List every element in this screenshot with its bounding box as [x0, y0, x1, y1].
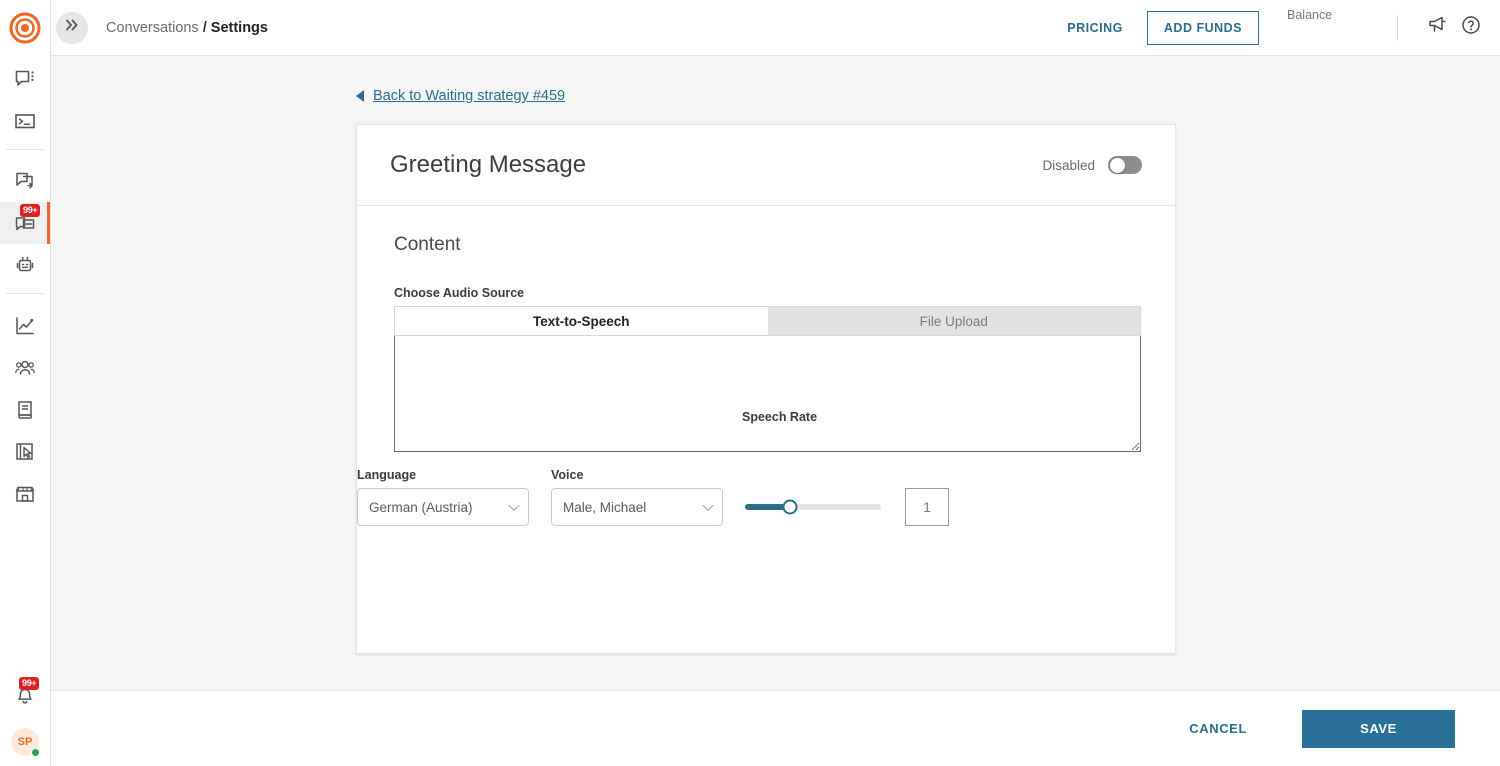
- line-chart-icon: [14, 315, 36, 337]
- inbox-badge: 99+: [20, 204, 40, 217]
- avatar-initials: SP: [18, 736, 33, 748]
- breadcrumb: Conversations / Settings: [106, 20, 268, 36]
- notifications-button[interactable]: 99+: [0, 676, 50, 718]
- speech-rate-slider[interactable]: [745, 488, 881, 526]
- speech-rate-input[interactable]: [905, 488, 949, 526]
- sidebar-item-conversations[interactable]: [0, 58, 50, 100]
- sidebar-item-widgets[interactable]: [0, 431, 50, 473]
- users-group-icon: [14, 357, 36, 379]
- greeting-message-card: Greeting Message Disabled Content Choose…: [356, 124, 1176, 654]
- header-actions: PRICING ADD FUNDS Balance: [1067, 0, 1500, 56]
- form-footer: CANCEL SAVE: [51, 690, 1500, 766]
- language-select[interactable]: German (Austria): [357, 488, 529, 526]
- sidebar-item-contacts[interactable]: [0, 347, 50, 389]
- sidebar-bottom: 99+ SP: [0, 676, 50, 756]
- audio-source-tabs: Text-to-Speech File Upload: [394, 306, 1141, 336]
- cancel-button[interactable]: CANCEL: [1175, 711, 1261, 746]
- sidebar-item-analytics[interactable]: [0, 305, 50, 347]
- sidebar-item-bots[interactable]: [0, 244, 50, 286]
- tab-file-upload[interactable]: File Upload: [768, 306, 1142, 336]
- double-chevron-right-icon: [63, 16, 81, 39]
- sidebar-item-inbox[interactable]: 99+: [0, 202, 50, 244]
- speech-rate-label: Speech Rate: [742, 410, 817, 424]
- voice-select-value: Male, Michael: [563, 500, 646, 515]
- sidebar-item-knowledge-base[interactable]: [0, 389, 50, 431]
- megaphone-icon: [1426, 14, 1448, 41]
- language-field: Language German (Austria): [357, 468, 529, 526]
- inbox-tray-icon: 99+: [14, 212, 36, 234]
- card-body: Content Choose Audio Source Text-to-Spee…: [357, 206, 1175, 452]
- sidebar-item-chat-transfer[interactable]: [0, 160, 50, 202]
- sidebar-group-3: [0, 305, 50, 515]
- robot-icon: [14, 254, 36, 276]
- toggle-state-label: Disabled: [1042, 158, 1095, 173]
- slider-thumb[interactable]: [782, 500, 797, 515]
- toggle-knob: [1110, 158, 1125, 173]
- card-header: Greeting Message Disabled: [357, 125, 1175, 206]
- enable-toggle[interactable]: [1108, 156, 1142, 174]
- sidebar-item-console[interactable]: [0, 100, 50, 142]
- sidebar-divider: [6, 149, 44, 150]
- pricing-link[interactable]: PRICING: [1067, 21, 1123, 35]
- left-caret-icon: [356, 90, 364, 102]
- speech-text-input[interactable]: [394, 335, 1141, 452]
- slider-track: [745, 504, 881, 510]
- storefront-icon: [14, 483, 36, 505]
- breadcrumb-parent[interactable]: Conversations: [106, 20, 199, 36]
- announcements-button[interactable]: [1420, 11, 1454, 45]
- breadcrumb-separator: /: [203, 20, 207, 36]
- voice-controls-row: Language German (Austria) Voice Male, Mi…: [357, 468, 1175, 526]
- page-content: Back to Waiting strategy #459 Greeting M…: [51, 56, 1500, 690]
- header-divider: [1397, 15, 1398, 41]
- content-heading: Content: [394, 234, 1142, 256]
- sidebar-group-1: [0, 58, 50, 157]
- left-sidebar: 99+: [0, 0, 51, 766]
- sidebar-item-marketplace[interactable]: [0, 473, 50, 515]
- notifications-badge: 99+: [19, 677, 39, 690]
- sidebar-divider: [6, 293, 44, 294]
- page-title: Greeting Message: [390, 151, 586, 179]
- add-funds-button[interactable]: ADD FUNDS: [1147, 11, 1259, 45]
- help-circle-icon: [1460, 14, 1482, 41]
- sidebar-collapse-button[interactable]: [56, 12, 88, 44]
- cursor-panel-icon: [14, 441, 36, 463]
- voice-select[interactable]: Male, Michael: [551, 488, 723, 526]
- back-link-text: Back to Waiting strategy #459: [373, 88, 565, 104]
- chat-bubble-menu-icon: [14, 68, 36, 90]
- terminal-icon: [14, 110, 36, 132]
- bullseye-logo-icon[interactable]: [9, 12, 41, 44]
- language-label: Language: [357, 468, 529, 482]
- voice-field: Voice Male, Michael: [551, 468, 723, 526]
- breadcrumb-current: Settings: [211, 20, 268, 36]
- book-icon: [14, 399, 36, 421]
- tab-text-to-speech[interactable]: Text-to-Speech: [394, 306, 768, 336]
- bell-icon: 99+: [14, 686, 36, 708]
- top-header: Conversations / Settings PRICING ADD FUN…: [51, 0, 1500, 56]
- save-button[interactable]: SAVE: [1302, 710, 1455, 748]
- avatar[interactable]: SP: [11, 728, 39, 756]
- voice-label: Voice: [551, 468, 723, 482]
- chevron-down-icon: [702, 500, 713, 511]
- enable-toggle-group: Disabled: [1042, 156, 1142, 174]
- sidebar-group-2: 99+: [0, 160, 50, 301]
- help-button[interactable]: [1454, 11, 1488, 45]
- chat-transfer-icon: [14, 170, 36, 192]
- online-status-dot: [31, 748, 40, 757]
- language-select-value: German (Austria): [369, 500, 473, 515]
- chevron-down-icon: [508, 500, 519, 511]
- audio-source-label: Choose Audio Source: [394, 286, 1142, 300]
- balance-label: Balance: [1287, 8, 1397, 22]
- back-link[interactable]: Back to Waiting strategy #459: [356, 88, 565, 104]
- balance-block: Balance: [1287, 0, 1397, 22]
